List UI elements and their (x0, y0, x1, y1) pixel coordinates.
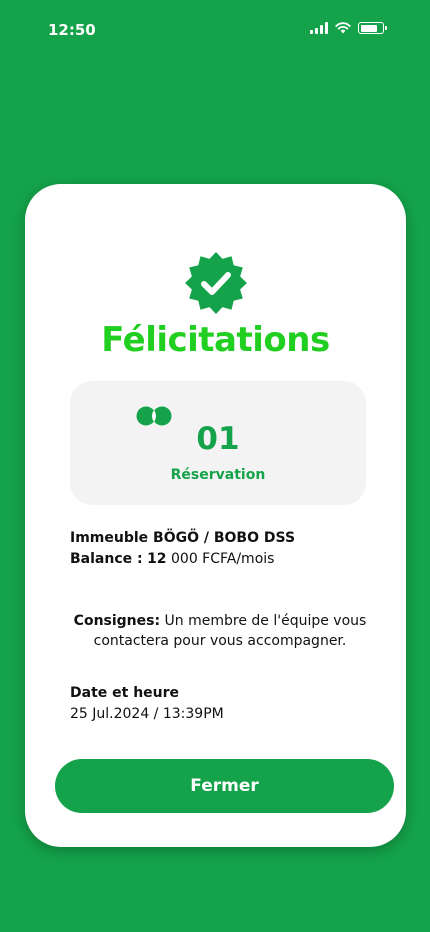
datetime-info: Date et heure 25 Jul.2024 / 13:39PM (70, 683, 224, 725)
property-info: Immeuble BÖGÖ / BOBO DSS Balance : 12 00… (70, 528, 295, 570)
instructions-label: Consignes: (73, 613, 161, 629)
battery-icon (358, 22, 387, 34)
reservation-counter: 01 Réservation (70, 381, 366, 505)
datetime-value: 25 Jul.2024 / 13:39PM (70, 706, 224, 722)
datetime-label: Date et heure (70, 685, 180, 701)
balance-amount-rest: 000 FCFA/mois (171, 551, 275, 567)
wifi-icon (335, 22, 351, 34)
balance-amount-bold: 12 (147, 551, 167, 567)
balance-line: Balance : 12 000 FCFA/mois (70, 549, 295, 570)
reservation-label: Réservation (170, 467, 266, 483)
property-name: Immeuble BÖGÖ / BOBO DSS (70, 530, 296, 546)
status-icons (310, 22, 387, 34)
balance-label: Balance : (70, 551, 143, 567)
status-time: 12:50 (48, 21, 96, 39)
dialog-title: Félicitations (101, 320, 330, 360)
instructions: Consignes: Un membre de l'équipe vous co… (61, 611, 379, 651)
success-dialog: Félicitations 01 Réservation Immeuble BÖ… (25, 184, 406, 847)
reservation-count: 01 (196, 421, 240, 457)
verified-check-badge-icon (185, 252, 247, 314)
status-bar: 12:50 (0, 0, 430, 60)
battery-level (360, 24, 377, 32)
close-button[interactable]: Fermer (55, 759, 394, 813)
cellular-signal-icon (310, 22, 328, 34)
